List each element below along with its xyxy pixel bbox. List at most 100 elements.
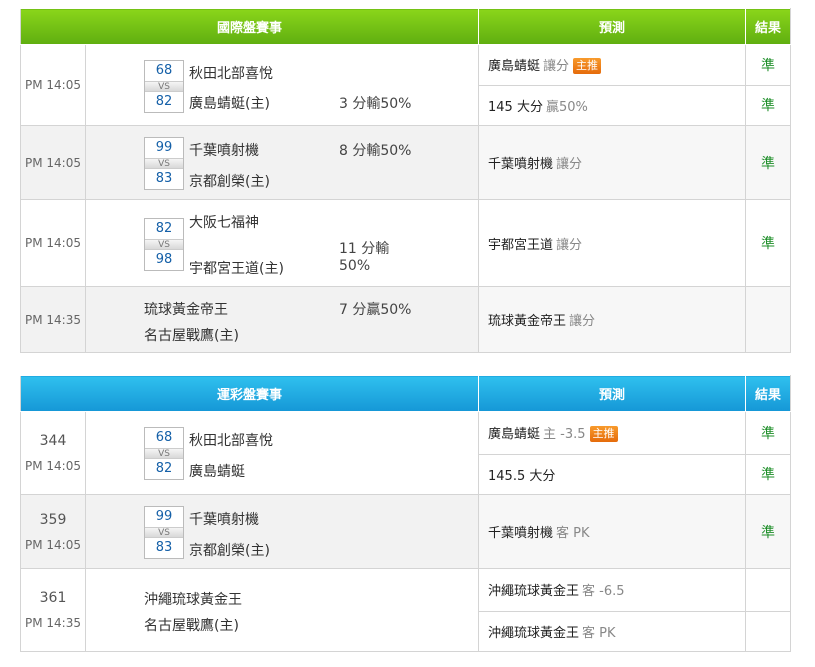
prediction-cell: 琉球黃金帝王 讓分 bbox=[478, 286, 747, 353]
result-cell: 準 bbox=[745, 125, 792, 200]
prediction-cell: 宇都宮王道 讓分 bbox=[478, 199, 747, 287]
away-team[interactable]: 秋田北部喜悅 bbox=[189, 430, 273, 450]
vs-label: VS bbox=[145, 526, 183, 538]
lottery-header-result: 結果 bbox=[745, 375, 792, 412]
away-team[interactable]: 千葉噴射機 bbox=[189, 509, 259, 529]
away-team[interactable]: 沖繩琉球黃金王 bbox=[144, 589, 242, 609]
handicap-line: 7 分贏50% bbox=[339, 301, 412, 318]
prediction-cell: 145 大分 贏50% bbox=[478, 84, 747, 126]
table-row: 344 PM 14:05 68 VS 82 秋田北部喜悅 廣島蜻蜓 廣島蜻蜓主 … bbox=[20, 411, 792, 495]
game-number: 344 bbox=[39, 433, 67, 449]
handicap-line: 8 分輸50% bbox=[339, 142, 412, 159]
game-cell: 琉球黃金帝王 名古屋戰鷹(主) 7 分贏50% bbox=[84, 286, 480, 353]
home-team[interactable]: 宇都宮王道(主) bbox=[189, 258, 284, 278]
game-time: PM 14:35 bbox=[25, 616, 81, 630]
game-time: PM 14:35 bbox=[20, 286, 86, 353]
handicap-line: 11 分輸 bbox=[339, 240, 390, 257]
away-score: 68 bbox=[155, 430, 173, 445]
intl-header-game: 國際盤賽事 bbox=[19, 8, 480, 45]
prediction-team: 廣島蜻蜓 bbox=[488, 427, 541, 443]
prediction-team: 宇都宮王道 bbox=[488, 237, 554, 253]
result-cell: 準 bbox=[745, 84, 792, 126]
home-team[interactable]: 廣島蜻蜓 bbox=[189, 461, 245, 481]
away-score: 99 bbox=[155, 139, 173, 155]
result-cell bbox=[745, 610, 792, 652]
prediction-type: 讓分 bbox=[569, 314, 596, 329]
table-row: 361 PM 14:35 沖繩琉球黃金王 名古屋戰鷹(主) 沖繩琉球黃金王客 -… bbox=[20, 568, 792, 652]
prediction-cell: 145.5 大分 bbox=[478, 453, 747, 495]
prediction-cell: 千葉噴射機客 PK bbox=[478, 494, 747, 569]
prediction-team: 145.5 大分 bbox=[488, 468, 556, 484]
lottery-header-prediction: 預測 bbox=[478, 375, 747, 412]
table-row: PM 14:05 99 VS 83 千葉噴射機 京都創榮(主) 8 分輸50% … bbox=[20, 125, 792, 200]
result-cell: 準 bbox=[745, 453, 792, 495]
game-cell: 68 VS 82 秋田北部喜悅 廣島蜻蜓 bbox=[84, 411, 480, 495]
game-cell: 99 VS 83 千葉噴射機 京都創榮(主) 8 分輸50% bbox=[84, 125, 480, 200]
home-team[interactable]: 名古屋戰鷹(主) bbox=[144, 615, 239, 635]
prediction-type: 客 -6.5 bbox=[582, 584, 625, 600]
score-box: 68 VS 82 bbox=[144, 60, 184, 113]
game-time: PM 14:05 bbox=[20, 199, 86, 287]
home-team[interactable]: 廣島蜻蜓(主) bbox=[189, 93, 270, 113]
prediction-type: 讓分 bbox=[556, 157, 583, 172]
prediction-type: 贏50% bbox=[545, 99, 588, 115]
score-box: 99 VS 83 bbox=[144, 136, 184, 190]
prediction-team: 廣島蜻蜓 bbox=[488, 59, 541, 75]
game-number: 359 bbox=[39, 511, 67, 528]
prediction-cell: 沖繩琉球黃金王客 PK bbox=[478, 610, 747, 652]
result-cell bbox=[745, 568, 792, 612]
away-team[interactable]: 琉球黃金帝王 bbox=[144, 299, 228, 319]
vs-label: VS bbox=[145, 448, 183, 459]
game-cell: 68 VS 82 秋田北部喜悅 廣島蜻蜓(主) 3 分輸50% bbox=[84, 44, 480, 126]
top-pick-badge: 主推 bbox=[573, 58, 602, 75]
prediction-type: 主 -3.5 bbox=[543, 427, 586, 443]
table-row: PM 14:05 82 VS 98 大阪七福神 宇都宮王道(主) 11 分輸 5… bbox=[20, 199, 792, 287]
score-box: 99 VS 83 bbox=[144, 505, 184, 559]
result-cell bbox=[745, 286, 792, 353]
home-team[interactable]: 京都創榮(主) bbox=[189, 540, 270, 560]
prediction-type: 讓分 bbox=[543, 59, 570, 75]
prediction-cell: 廣島蜻蜓主 -3.5 主推 bbox=[478, 411, 747, 455]
table-row: PM 14:35 琉球黃金帝王 名古屋戰鷹(主) 7 分贏50% 琉球黃金帝王讓… bbox=[20, 286, 792, 353]
game-time: PM 14:05 bbox=[20, 44, 86, 126]
prediction-type: 客 PK bbox=[582, 625, 616, 641]
prediction-type: 客 PK bbox=[556, 526, 590, 541]
game-cell: 82 VS 98 大阪七福神 宇都宮王道(主) 11 分輸 50% bbox=[84, 199, 480, 287]
result-cell: 準 bbox=[745, 411, 792, 455]
prediction-team: 沖繩琉球黃金王 bbox=[488, 625, 580, 641]
away-team[interactable]: 大阪七福神 bbox=[189, 212, 259, 232]
away-score: 99 bbox=[155, 508, 173, 524]
prediction-team: 琉球黃金帝王 bbox=[488, 314, 567, 329]
table-row: PM 14:05 68 VS 82 秋田北部喜悅 廣島蜻蜓(主) 3 分輸50%… bbox=[20, 44, 792, 126]
away-team[interactable]: 千葉噴射機 bbox=[189, 140, 259, 160]
prediction-team: 沖繩琉球黃金王 bbox=[488, 584, 580, 600]
prediction-type: 讓分 bbox=[556, 237, 583, 253]
result-cell: 準 bbox=[745, 44, 792, 86]
score-box: 68 VS 82 bbox=[144, 427, 184, 480]
game-cell: 99 VS 83 千葉噴射機 京都創榮(主) bbox=[84, 494, 480, 569]
home-score: 83 bbox=[155, 539, 173, 555]
prediction-cell: 千葉噴射機 讓分 bbox=[478, 125, 747, 200]
score-box: 82 VS 98 bbox=[144, 217, 184, 271]
prediction-team: 千葉噴射機 bbox=[488, 526, 554, 541]
game-time: PM 14:05 bbox=[25, 537, 81, 552]
home-team[interactable]: 京都創榮(主) bbox=[189, 171, 270, 191]
prediction-team: 145 大分 bbox=[488, 99, 543, 115]
home-score: 82 bbox=[155, 461, 173, 476]
away-score: 68 bbox=[155, 63, 173, 78]
intl-header-prediction: 預測 bbox=[478, 8, 747, 45]
away-team[interactable]: 秋田北部喜悅 bbox=[189, 63, 273, 83]
game-cell: 沖繩琉球黃金王 名古屋戰鷹(主) bbox=[84, 568, 480, 652]
top-pick-badge: 主推 bbox=[589, 426, 618, 443]
prediction-team: 千葉噴射機 bbox=[488, 157, 554, 172]
home-score: 83 bbox=[155, 170, 173, 186]
intl-header-result: 結果 bbox=[745, 8, 792, 45]
result-cell: 準 bbox=[745, 494, 792, 569]
lottery-table: 運彩盤賽事 預測 結果 344 PM 14:05 68 VS 82 秋田北部喜悅… bbox=[19, 375, 792, 652]
home-team[interactable]: 名古屋戰鷹(主) bbox=[144, 325, 239, 345]
game-time-cell: 359 PM 14:05 bbox=[20, 494, 86, 569]
vs-label: VS bbox=[145, 157, 183, 169]
vs-label: VS bbox=[145, 81, 183, 92]
prediction-cell: 廣島蜻蜓 讓分 主推 bbox=[478, 44, 747, 86]
table-row: 359 PM 14:05 99 VS 83 千葉噴射機 京都創榮(主) 千葉噴射… bbox=[20, 494, 792, 569]
